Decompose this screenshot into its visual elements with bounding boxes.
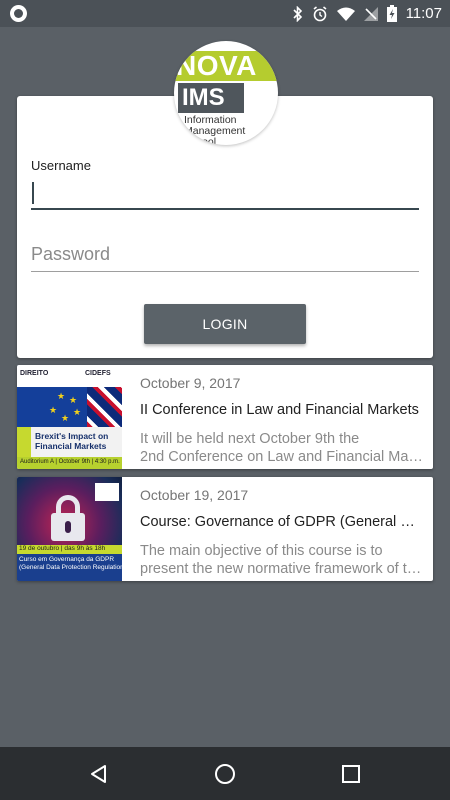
logo-subtitle: Information Management School (184, 114, 246, 146)
news-thumbnail: DIREITO CIDEFS ★ ★ ★ ★ ★ Brexit's Impact… (17, 365, 122, 469)
news-card[interactable]: DIREITO CIDEFS ★ ★ ★ ★ ★ Brexit's Impact… (17, 365, 433, 469)
news-title: II Conference in Law and Financial Marke… (140, 402, 419, 418)
news-title: Course: Governance of GDPR (General Data… (140, 514, 424, 530)
username-input[interactable] (31, 178, 419, 210)
news-date: October 9, 2017 (140, 375, 241, 391)
recents-icon[interactable] (338, 761, 364, 787)
status-time: 11:07 (405, 5, 442, 22)
status-bar: 11:07 (0, 0, 450, 27)
login-button[interactable]: LOGIN (144, 304, 306, 344)
news-description: It will be held next October 9th the 2nd… (140, 431, 424, 465)
back-icon[interactable] (86, 761, 112, 787)
app-notification-icon (10, 5, 27, 22)
navigation-bar (0, 747, 450, 800)
wifi-icon (336, 7, 355, 21)
status-icons: 11:07 (292, 0, 442, 27)
bluetooth-icon (292, 5, 302, 22)
password-input[interactable] (31, 238, 419, 272)
news-card[interactable]: 19 de outubro | das 9h às 18h Curso em G… (17, 477, 433, 581)
alarm-icon (313, 5, 327, 21)
text-cursor (32, 182, 34, 204)
username-label: Username (31, 158, 91, 173)
news-thumbnail: 19 de outubro | das 9h às 18h Curso em G… (17, 477, 122, 581)
logo-ims-text: IMS (182, 84, 225, 111)
no-signal-icon (363, 6, 378, 21)
home-icon[interactable] (212, 761, 238, 787)
logo-nova-text: NOVA (176, 50, 257, 81)
battery-charging-icon (386, 5, 397, 22)
nova-ims-logo: NOVA IMS Information Management School (174, 41, 278, 145)
news-date: October 19, 2017 (140, 487, 249, 503)
news-description: The main objective of this course is to … (140, 543, 424, 577)
